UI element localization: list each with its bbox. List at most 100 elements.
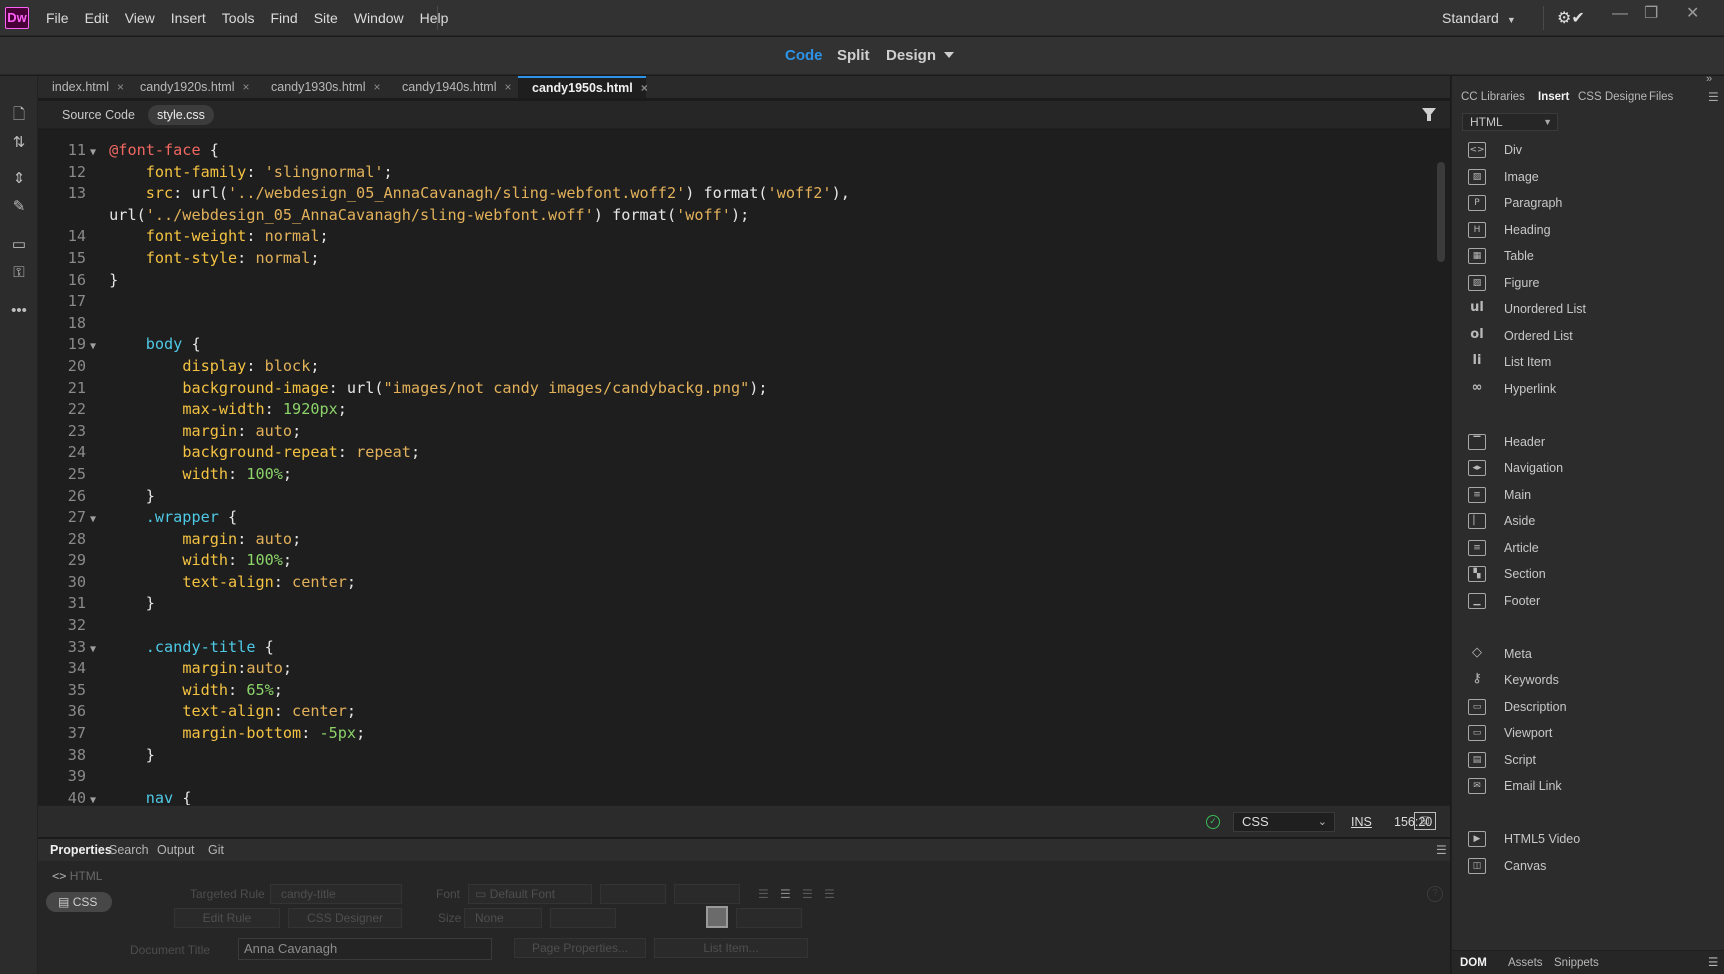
- insert-item-hyperlink[interactable]: ∞ Hyperlink: [1452, 377, 1724, 401]
- fold-toggle-icon[interactable]: ▼: [86, 790, 100, 805]
- design-view-button[interactable]: Design: [886, 37, 936, 75]
- split-view-button[interactable]: Split: [837, 37, 870, 75]
- comment-icon[interactable]: ▭: [8, 234, 30, 256]
- filter-icon[interactable]: [1422, 108, 1436, 121]
- restore-window-icon[interactable]: ❐: [1644, 2, 1658, 26]
- text-color-field[interactable]: [736, 908, 802, 928]
- insert-item-script[interactable]: ▤ Script: [1452, 748, 1724, 772]
- code-line[interactable]: 40 ▼ nav {: [38, 788, 1433, 805]
- code-line[interactable]: 15 font-style: normal;: [38, 248, 1433, 270]
- close-tab-icon[interactable]: ×: [505, 80, 512, 94]
- code-line[interactable]: url('../webdesign_05_AnnaCavanagh/sling-…: [38, 205, 1433, 227]
- help-icon[interactable]: ?: [1427, 886, 1443, 902]
- insert-mode-toggle[interactable]: INS: [1351, 813, 1372, 831]
- tab-dom[interactable]: DOM: [1460, 951, 1487, 974]
- code-line[interactable]: 31 }: [38, 593, 1433, 615]
- insert-item-figure[interactable]: ▨ Figure: [1452, 271, 1724, 295]
- source-code-tab[interactable]: Source Code: [62, 106, 135, 124]
- align-center-icon[interactable]: ☰: [780, 887, 791, 901]
- panel-menu-icon[interactable]: ☰: [1708, 86, 1719, 108]
- code-line[interactable]: 33 ▼ .candy-title {: [38, 637, 1433, 659]
- workspace-switcher[interactable]: Standard ▼: [1442, 0, 1516, 36]
- code-line[interactable]: 18: [38, 313, 1433, 335]
- tab-output[interactable]: Output: [157, 839, 195, 861]
- file-management-icon[interactable]: ⇅: [8, 132, 30, 154]
- code-line[interactable]: 28 margin: auto;: [38, 529, 1433, 551]
- minimize-window-icon[interactable]: —: [1612, 2, 1628, 26]
- close-tab-icon[interactable]: ×: [243, 80, 250, 94]
- insert-item-unordered-list[interactable]: ul Unordered List: [1452, 297, 1724, 321]
- insert-item-image[interactable]: ▨ Image: [1452, 165, 1724, 189]
- tab-git[interactable]: Git: [208, 839, 224, 861]
- insert-item-description[interactable]: ▭ Description: [1452, 695, 1724, 719]
- font-weight-select[interactable]: [674, 884, 740, 904]
- close-tab-icon[interactable]: ×: [117, 80, 124, 94]
- code-line[interactable]: 23 margin: auto;: [38, 421, 1433, 443]
- code-line[interactable]: 36 text-align: center;: [38, 701, 1433, 723]
- fold-toggle-icon[interactable]: ▼: [86, 142, 100, 164]
- insert-item-paragraph[interactable]: P Paragraph: [1452, 191, 1724, 215]
- document-tab[interactable]: candy1940s.html ×: [388, 76, 518, 98]
- editor-scrollbar[interactable]: [1437, 162, 1445, 262]
- insert-item-canvas[interactable]: ◫ Canvas: [1452, 854, 1724, 878]
- code-line[interactable]: 30 text-align: center;: [38, 572, 1433, 594]
- code-line[interactable]: 20 display: block;: [38, 356, 1433, 378]
- code-line[interactable]: 34 margin:auto;: [38, 658, 1433, 680]
- code-line[interactable]: 37 margin-bottom: -5px;: [38, 723, 1433, 745]
- code-line[interactable]: 39: [38, 766, 1433, 788]
- code-line[interactable]: 21 background-image: url("images/not can…: [38, 378, 1433, 400]
- insert-item-main[interactable]: ≡ Main: [1452, 483, 1724, 507]
- page-properties-button[interactable]: Page Properties...: [514, 938, 646, 958]
- menu-view[interactable]: View: [117, 0, 163, 36]
- document-tab[interactable]: candy1920s.html ×: [126, 76, 257, 98]
- insert-item-html5-video[interactable]: ▶ HTML5 Video: [1452, 827, 1724, 851]
- code-line[interactable]: 29 width: 100%;: [38, 550, 1433, 572]
- insert-item-heading[interactable]: H Heading: [1452, 218, 1724, 242]
- code-line[interactable]: 14 font-weight: normal;: [38, 226, 1433, 248]
- menu-edit[interactable]: Edit: [77, 0, 117, 36]
- style-css-tab[interactable]: style.css: [148, 105, 214, 125]
- insert-item-aside[interactable]: ▏ Aside: [1452, 509, 1724, 533]
- list-item-button[interactable]: List Item...: [654, 938, 808, 958]
- css-designer-button[interactable]: CSS Designer: [288, 908, 402, 928]
- code-editor[interactable]: 11 ▼ @font-face {12 font-family: 'slingno…: [38, 130, 1450, 805]
- code-line[interactable]: 16 }: [38, 270, 1433, 292]
- menu-file[interactable]: File: [38, 0, 77, 36]
- close-tab-icon[interactable]: ×: [641, 81, 648, 95]
- insert-item-viewport[interactable]: ▭ Viewport: [1452, 721, 1724, 745]
- no-errors-check-icon[interactable]: ✓: [1206, 815, 1220, 829]
- css-mode-button[interactable]: ▤ CSS: [46, 892, 112, 912]
- document-tab[interactable]: index.html ×: [38, 76, 126, 98]
- menu-window[interactable]: Window: [346, 0, 412, 36]
- expand-panels-icon[interactable]: »: [1706, 73, 1712, 85]
- menu-site[interactable]: Site: [306, 0, 346, 36]
- html-mode-button[interactable]: <> HTML: [52, 869, 102, 883]
- code-line[interactable]: 35 width: 65%;: [38, 680, 1433, 702]
- open-documents-icon[interactable]: 🗋: [8, 104, 30, 126]
- fold-toggle-icon[interactable]: ▼: [86, 336, 100, 358]
- more-options-icon[interactable]: •••: [8, 300, 30, 322]
- edit-rule-button[interactable]: Edit Rule: [174, 908, 280, 928]
- sync-settings-icon[interactable]: ⚙✔: [1557, 8, 1585, 28]
- size-select[interactable]: None: [464, 908, 542, 928]
- code-line[interactable]: 26 }: [38, 486, 1433, 508]
- code-line[interactable]: 19 ▼ body {: [38, 334, 1433, 356]
- panel-menu-icon[interactable]: ☰: [1436, 843, 1447, 857]
- wrap-tag-icon[interactable]: ⚿: [8, 262, 30, 284]
- insert-category-select[interactable]: HTML ▼: [1462, 113, 1558, 131]
- close-window-icon[interactable]: ✕: [1686, 2, 1699, 26]
- insert-item-list-item[interactable]: li List Item: [1452, 350, 1724, 374]
- code-line[interactable]: 17: [38, 291, 1433, 313]
- realtime-preview-icon[interactable]: ◱: [1414, 812, 1436, 830]
- tab-insert[interactable]: Insert: [1538, 86, 1569, 108]
- close-tab-icon[interactable]: ×: [374, 80, 381, 94]
- insert-item-navigation[interactable]: ◂▸ Navigation: [1452, 456, 1724, 480]
- code-line[interactable]: 11 ▼ @font-face {: [38, 140, 1433, 162]
- fold-toggle-icon[interactable]: ▼: [86, 639, 100, 661]
- insert-item-ordered-list[interactable]: ol Ordered List: [1452, 324, 1724, 348]
- panel-menu-icon[interactable]: ☰: [1708, 951, 1718, 974]
- align-justify-icon[interactable]: ☰: [824, 887, 835, 901]
- font-style-select[interactable]: [600, 884, 666, 904]
- insert-item-header[interactable]: ▔ Header: [1452, 430, 1724, 454]
- insert-item-keywords[interactable]: ⚷ Keywords: [1452, 668, 1724, 692]
